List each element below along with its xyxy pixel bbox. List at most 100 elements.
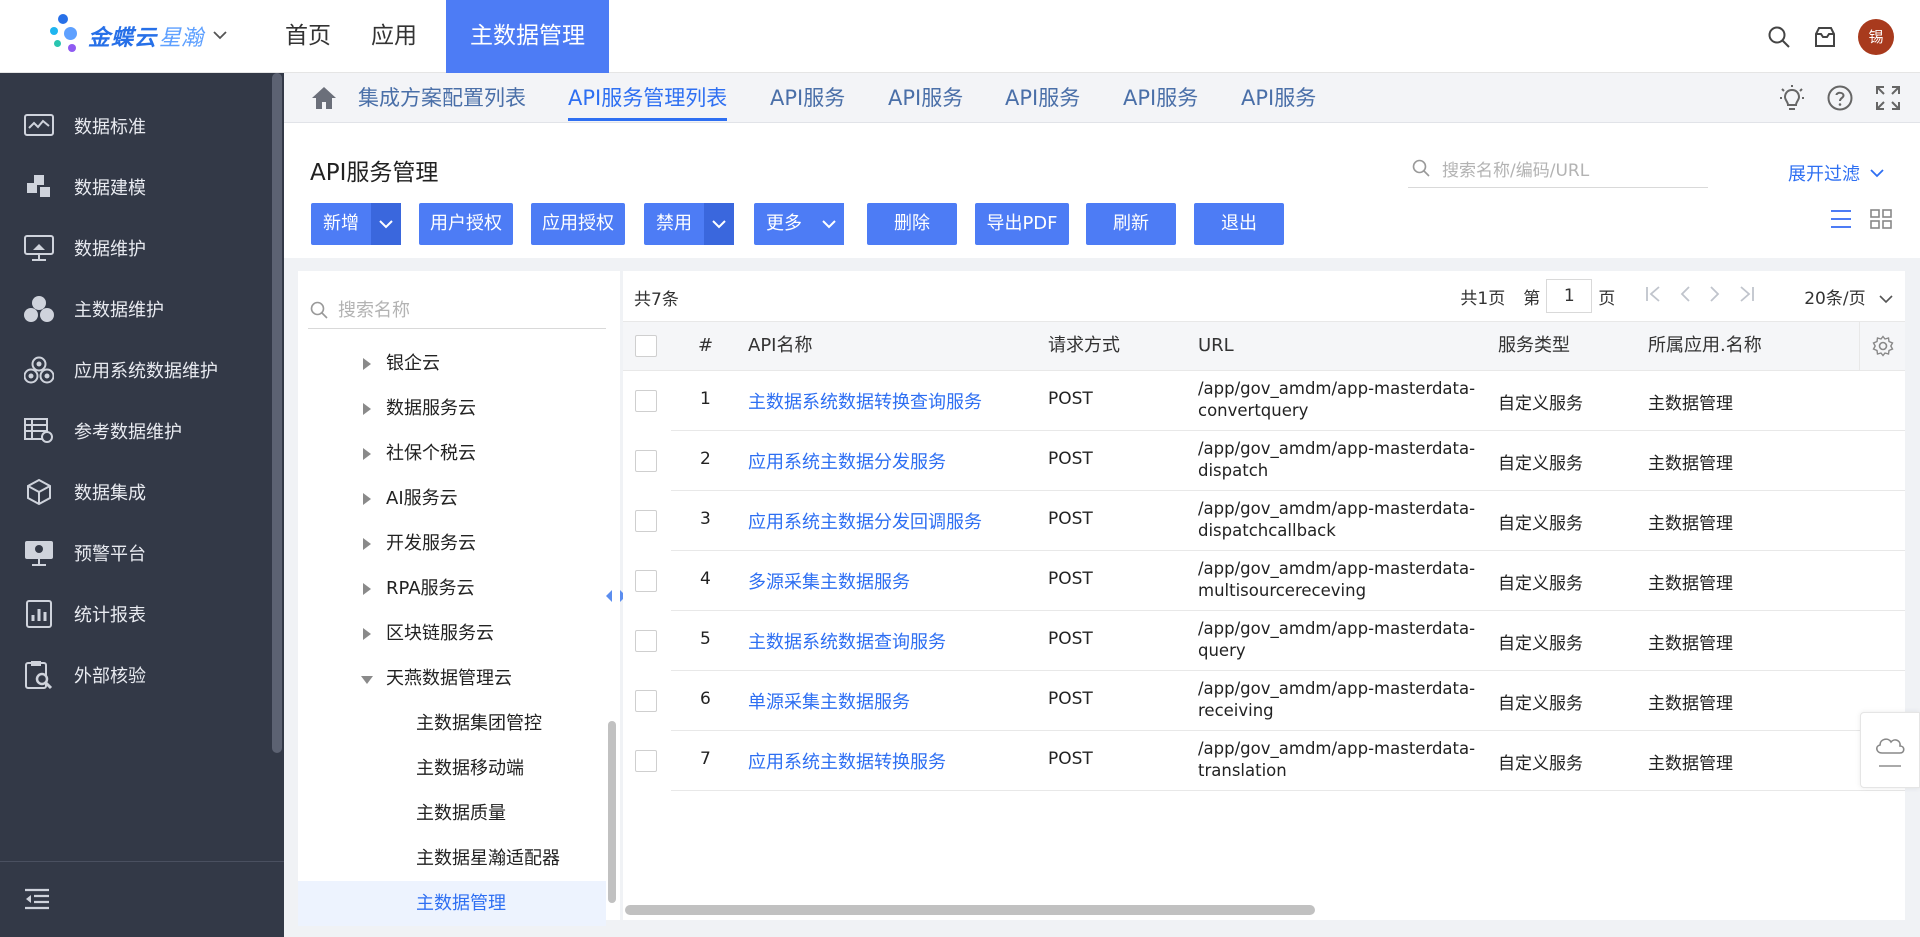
row-checkbox[interactable] (635, 390, 657, 412)
chevron-down-icon[interactable] (213, 28, 227, 44)
tree-node[interactable]: 数据服务云 (363, 386, 603, 431)
column-header-service-type[interactable]: 服务类型 (1498, 322, 1570, 370)
top-nav-master-data[interactable]: 主数据管理 (446, 0, 609, 73)
tree-node[interactable]: 银企云 (363, 341, 603, 386)
search-input[interactable]: 搜索名称/编码/URL (1408, 148, 1708, 188)
row-checkbox[interactable] (635, 450, 657, 472)
tree-node[interactable]: 主数据集团管控 (416, 701, 606, 746)
collapse-menu-icon[interactable] (24, 888, 50, 915)
cloud-assistant-button[interactable] (1860, 712, 1920, 788)
chevron-down-icon[interactable] (371, 203, 401, 245)
app-auth-button[interactable]: 应用授权 (531, 203, 625, 245)
tree-node[interactable]: 社保个税云 (363, 431, 603, 476)
api-name-link[interactable]: 应用系统主数据转换服务 (748, 748, 946, 774)
table-row[interactable]: 4 多源采集主数据服务 POST /app/gov_amdm/app-maste… (623, 551, 1905, 611)
help-icon[interactable] (1816, 85, 1864, 111)
table-row[interactable]: 1 主数据系统数据转换查询服务 POST /app/gov_amdm/app-m… (623, 371, 1905, 431)
table-row[interactable]: 3 应用系统主数据分发回调服务 POST /app/gov_amdm/app-m… (623, 491, 1905, 551)
brand-logo[interactable]: 金蝶云 星瀚 (50, 14, 227, 58)
tab-integration-config-list[interactable]: 集成方案配置列表 (358, 73, 526, 123)
caret-right-icon[interactable] (363, 358, 371, 370)
tab-api-service[interactable]: API服务 (1005, 73, 1080, 123)
exit-button[interactable]: 退出 (1194, 203, 1284, 245)
puzzle-icon (22, 172, 56, 202)
mailbox-icon[interactable] (1802, 14, 1848, 60)
refresh-button[interactable]: 刷新 (1086, 203, 1176, 245)
list-view-icon[interactable] (1830, 209, 1852, 234)
card-view-icon[interactable] (1870, 209, 1892, 234)
first-page-icon[interactable] (1645, 285, 1661, 308)
table-row[interactable]: 6 单源采集主数据服务 POST /app/gov_amdm/app-maste… (623, 671, 1905, 731)
tab-api-service[interactable]: API服务 (1241, 73, 1316, 123)
api-name-link[interactable]: 多源采集主数据服务 (748, 568, 910, 594)
caret-right-icon[interactable] (363, 628, 371, 640)
caret-right-icon[interactable] (363, 448, 371, 460)
last-page-icon[interactable] (1739, 285, 1755, 308)
page-size-select[interactable]: 20条/页 (1804, 284, 1893, 309)
home-icon[interactable] (310, 85, 338, 116)
page-number-input[interactable]: 1 (1546, 279, 1593, 313)
horizontal-scrollbar[interactable] (623, 903, 1905, 915)
tree-node[interactable]: 主数据质量 (416, 791, 606, 836)
row-checkbox[interactable] (635, 630, 657, 652)
delete-button[interactable]: 删除 (867, 203, 957, 245)
tree-search-input[interactable]: 搜索名称 (308, 287, 606, 329)
column-header-url[interactable]: URL (1198, 322, 1234, 370)
next-page-icon[interactable] (1709, 285, 1721, 308)
table-row[interactable]: 7 应用系统主数据转换服务 POST /app/gov_amdm/app-mas… (623, 731, 1905, 791)
sidebar-item-external-check[interactable]: 外部核验 (0, 637, 270, 712)
tree-node[interactable]: RPA服务云 (363, 566, 603, 611)
table-row[interactable]: 5 主数据系统数据查询服务 POST /app/gov_amdm/app-mas… (623, 611, 1905, 671)
row-checkbox[interactable] (635, 690, 657, 712)
row-checkbox[interactable] (635, 510, 657, 532)
api-name-link[interactable]: 应用系统主数据分发服务 (748, 448, 946, 474)
tree-node-selected[interactable]: 主数据管理 (298, 881, 606, 926)
fullscreen-icon[interactable] (1864, 85, 1912, 111)
export-pdf-button[interactable]: 导出PDF (975, 203, 1069, 245)
api-name-link[interactable]: 主数据系统数据转换查询服务 (748, 388, 982, 414)
api-name-link[interactable]: 应用系统主数据分发回调服务 (748, 508, 982, 534)
caret-right-icon[interactable] (363, 583, 371, 595)
column-header-method[interactable]: 请求方式 (1048, 322, 1120, 370)
caret-right-icon[interactable] (363, 403, 371, 415)
api-name-link[interactable]: 主数据系统数据查询服务 (748, 628, 946, 654)
prev-page-icon[interactable] (1679, 285, 1691, 308)
tab-api-service[interactable]: API服务 (888, 73, 963, 123)
api-name-link[interactable]: 单源采集主数据服务 (748, 688, 910, 714)
tab-api-service[interactable]: API服务 (770, 73, 845, 123)
tree-node[interactable]: 天燕数据管理云 (361, 656, 603, 701)
column-settings-gear-icon[interactable] (1859, 322, 1905, 370)
horizontal-scroll-thumb[interactable] (625, 905, 1315, 915)
row-checkbox[interactable] (635, 750, 657, 772)
top-nav-apps[interactable]: 应用 (356, 0, 432, 73)
request-method: POST (1048, 749, 1093, 769)
tree-scrollbar[interactable] (608, 721, 616, 903)
search-icon[interactable] (1756, 14, 1802, 60)
more-button[interactable]: 更多 (754, 203, 844, 245)
tree-node[interactable]: 区块链服务云 (363, 611, 603, 656)
chevron-down-icon[interactable] (704, 203, 734, 245)
table-row[interactable]: 2 应用系统主数据分发服务 POST /app/gov_amdm/app-mas… (623, 431, 1905, 491)
tree-node[interactable]: AI服务云 (363, 476, 603, 521)
disable-button[interactable]: 禁用 (644, 203, 734, 245)
tree-node[interactable]: 开发服务云 (363, 521, 603, 566)
add-button[interactable]: 新增 (311, 203, 401, 245)
chart-monitor-icon (22, 111, 56, 141)
tab-api-service-list[interactable]: API服务管理列表 (568, 73, 728, 123)
tab-api-service[interactable]: API服务 (1123, 73, 1198, 123)
avatar[interactable]: 锡 (1858, 18, 1894, 55)
column-header-api-name[interactable]: API名称 (748, 322, 812, 370)
tree-node[interactable]: 主数据移动端 (416, 746, 606, 791)
top-nav-home[interactable]: 首页 (270, 0, 346, 73)
lightbulb-icon[interactable] (1768, 84, 1816, 112)
select-all-checkbox[interactable] (635, 335, 657, 357)
row-checkbox[interactable] (635, 570, 657, 592)
user-auth-button[interactable]: 用户授权 (419, 203, 513, 245)
caret-right-icon[interactable] (363, 493, 371, 505)
expand-filter-button[interactable]: 展开过滤 (1788, 160, 1884, 186)
tree-node[interactable]: 主数据星瀚适配器 (416, 836, 606, 881)
caret-right-icon[interactable] (363, 538, 371, 550)
column-header-app-name[interactable]: 所属应用.名称 (1648, 322, 1762, 370)
sidebar-scrollbar[interactable] (272, 73, 282, 753)
caret-down-icon[interactable] (361, 676, 373, 684)
